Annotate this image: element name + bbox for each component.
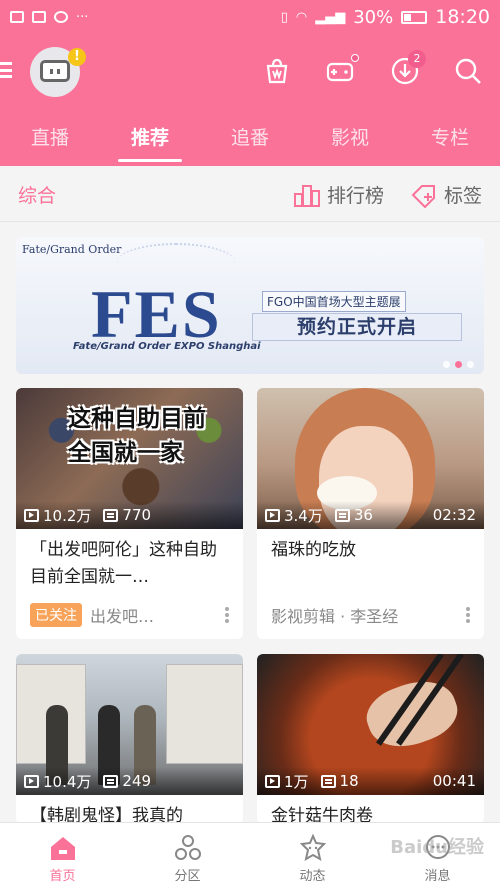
app-grid-icon <box>32 11 46 23</box>
dynamic-icon <box>299 833 326 861</box>
download-count-badge: 2 <box>408 50 426 68</box>
pager-dot[interactable] <box>443 361 450 368</box>
clock: 18:20 <box>435 6 490 28</box>
banner-small-text: FGO中国首场大型主题展 <box>262 291 406 312</box>
play-count: 10.4万 <box>43 772 92 791</box>
browser-icon <box>54 11 68 23</box>
tab-live[interactable]: 直播 <box>0 110 100 166</box>
play-count-icon <box>265 508 280 522</box>
tag-icon <box>411 184 435 208</box>
more-options-icon[interactable] <box>225 607 229 623</box>
banner-main-text: 预约正式开启 <box>252 313 462 341</box>
ranking-button[interactable]: 排行榜 <box>293 181 384 208</box>
video-duration: 00:41 <box>432 772 476 790</box>
followed-badge: 已关注 <box>30 603 82 627</box>
home-icon <box>50 837 75 860</box>
danmaku-count: 770 <box>122 506 152 524</box>
pager-dot-active[interactable] <box>455 361 462 368</box>
nav-dynamic[interactable]: 动态 <box>250 823 375 889</box>
video-thumbnail: 10.4万 249 <box>16 654 243 795</box>
banner-pager[interactable] <box>443 361 474 368</box>
tags-button[interactable]: 标签 <box>410 181 482 208</box>
more-options-icon[interactable] <box>466 607 470 623</box>
play-count-icon <box>24 508 39 522</box>
video-thumbnail: 这种自助目前 全国就一家 10.2万 770 <box>16 388 243 529</box>
tab-bangumi[interactable]: 追番 <box>200 110 300 166</box>
shop-icon[interactable] <box>262 56 292 86</box>
ranking-label: 排行榜 <box>327 185 385 207</box>
nav-home[interactable]: 首页 <box>0 823 125 889</box>
video-stats: 3.4万 36 02:32 <box>257 501 484 529</box>
bottom-navigation: 首页 分区 动态 消息 Baidu经验 <box>0 822 500 889</box>
video-title[interactable]: 「出发吧阿伦」这种自助目前全国就一… <box>16 529 243 591</box>
avatar-alert-badge: ! <box>68 48 86 66</box>
danmaku-count: 249 <box>122 772 152 790</box>
filter-bar: 综合 排行榜 标签 <box>0 166 500 222</box>
video-card[interactable]: 3.4万 36 02:32 福珠的吃放 影视剪辑 · 李圣经 <box>257 388 484 639</box>
danmaku-icon <box>103 774 119 788</box>
category-icon <box>174 835 201 860</box>
nav-message-label: 消息 <box>424 869 451 884</box>
video-card[interactable]: 10.4万 249 【韩剧鬼怪】我真的 <box>16 654 243 824</box>
main-tabs: 直播 推荐 追番 影视 专栏 <box>0 110 500 166</box>
thumbnail-art <box>359 670 465 758</box>
video-card[interactable]: 1万 18 00:41 金针菇牛肉卷 <box>257 654 484 824</box>
play-count: 10.2万 <box>43 506 92 525</box>
app-header: ! 2 <box>0 34 500 110</box>
banner-brand-logo: Fate/Grand Order <box>22 243 122 256</box>
card-footer: 已关注 出发吧… <box>16 591 243 639</box>
banner-subtitle: Fate/Grand Order EXPO Shanghai <box>73 341 261 352</box>
tab-recommend[interactable]: 推荐 <box>100 110 200 166</box>
video-title[interactable]: 【韩剧鬼怪】我真的 <box>16 795 243 824</box>
video-category[interactable]: 影视剪辑 · 李圣经 <box>271 603 398 627</box>
danmaku-icon <box>334 508 350 522</box>
video-card[interactable]: 这种自助目前 全国就一家 10.2万 770 「出发吧阿伦」这种自助目前全国就一… <box>16 388 243 639</box>
game-center-dot <box>351 54 359 62</box>
signal-icon: ▂▄▆ <box>315 9 346 25</box>
video-stats: 10.2万 770 <box>16 501 243 529</box>
status-bar: ··· ▯ ◠ ▂▄▆ 30% 18:20 <box>0 0 500 34</box>
tab-columns[interactable]: 专栏 <box>400 110 500 166</box>
play-count-icon <box>24 774 39 788</box>
wifi-icon: ◠ <box>295 9 308 25</box>
thumbnail-overlay-text: 这种自助目前 全国就一家 <box>68 406 206 466</box>
tv-mascot-icon <box>40 60 70 82</box>
thumbnail-art <box>166 664 243 764</box>
nav-category-label: 分区 <box>174 869 201 884</box>
menu-icon[interactable] <box>0 62 12 78</box>
game-center-icon[interactable] <box>325 56 355 86</box>
tab-movies[interactable]: 影视 <box>300 110 400 166</box>
nav-home-label: 首页 <box>49 869 76 884</box>
notification-icon <box>10 11 24 23</box>
tags-label: 标签 <box>444 185 483 207</box>
video-thumbnail: 1万 18 00:41 <box>257 654 484 795</box>
nav-dynamic-label: 动态 <box>299 869 326 884</box>
video-stats: 10.4万 249 <box>16 767 243 795</box>
uploader-name[interactable]: 出发吧… <box>90 603 154 627</box>
nav-category[interactable]: 分区 <box>125 823 250 889</box>
play-count: 1万 <box>284 772 309 791</box>
battery-icon <box>401 10 428 24</box>
pager-dot[interactable] <box>467 361 474 368</box>
video-stats: 1万 18 00:41 <box>257 767 484 795</box>
ranking-icon <box>294 184 320 207</box>
vibrate-icon: ▯ <box>280 9 288 25</box>
danmaku-count: 36 <box>353 506 373 524</box>
filter-comprehensive[interactable]: 综合 <box>18 181 56 208</box>
search-icon[interactable] <box>453 56 483 86</box>
play-count-icon <box>265 774 280 788</box>
watermark: Baidu经验 <box>390 837 484 858</box>
video-title[interactable]: 福珠的吃放 <box>257 529 484 591</box>
danmaku-icon <box>103 508 119 522</box>
battery-level: 30% <box>353 6 394 28</box>
video-duration: 02:32 <box>432 506 476 524</box>
danmaku-count: 18 <box>339 772 359 790</box>
video-thumbnail: 3.4万 36 02:32 <box>257 388 484 529</box>
danmaku-icon <box>320 774 336 788</box>
card-footer: 影视剪辑 · 李圣经 <box>257 591 484 639</box>
play-count: 3.4万 <box>284 506 323 525</box>
more-notifications: ··· <box>76 9 89 25</box>
video-title[interactable]: 金针菇牛肉卷 <box>257 795 484 824</box>
promo-banner[interactable]: Fate/Grand Order FES Fate/Grand Order EX… <box>16 237 484 374</box>
